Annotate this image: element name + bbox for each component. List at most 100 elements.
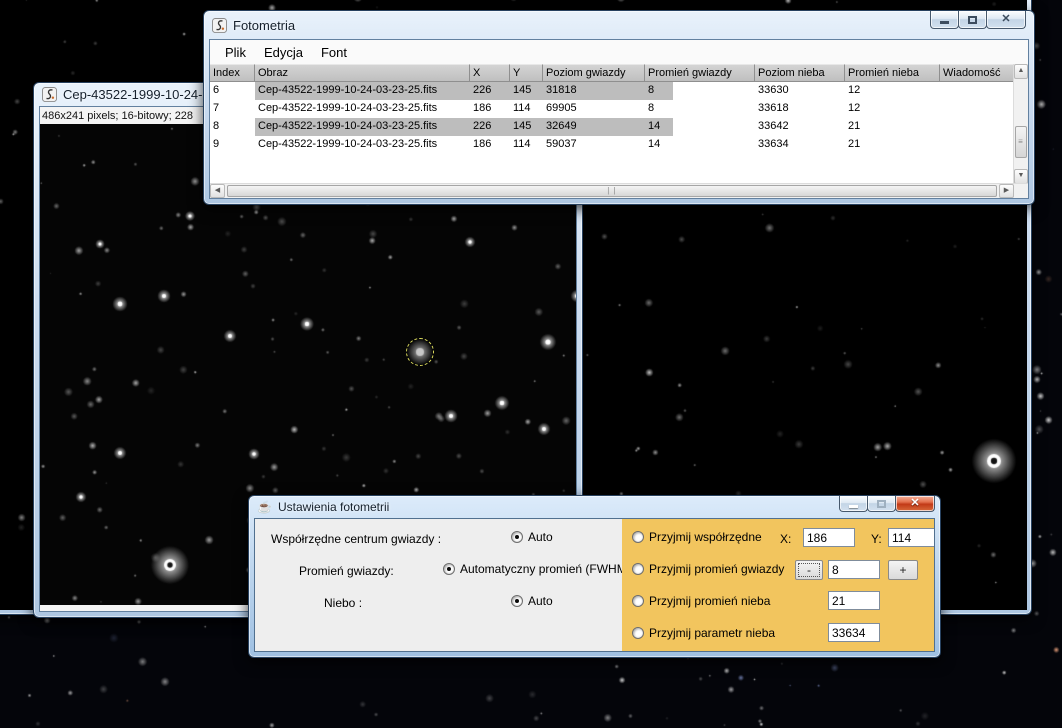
cell-index[interactable]: 6 bbox=[210, 82, 255, 100]
cell-obraz[interactable]: Cep-43522-1999-10-24-03-23-25.fits bbox=[255, 82, 470, 100]
decrement-radius-button[interactable]: - bbox=[795, 560, 823, 580]
dialog-maximize-button[interactable] bbox=[867, 496, 896, 512]
vertical-scroll-thumb[interactable]: ≡ bbox=[1015, 126, 1027, 158]
cell-x[interactable]: 186 bbox=[470, 100, 510, 118]
image-window-title: Cep-43522-1999-10-24-03 bbox=[63, 87, 217, 102]
x-input[interactable] bbox=[803, 528, 855, 547]
photometry-marker-circle[interactable] bbox=[406, 338, 434, 366]
cell-y[interactable]: 114 bbox=[510, 100, 543, 118]
radio-icon[interactable] bbox=[511, 595, 523, 607]
coords-label: Współrzędne centrum gwiazdy : bbox=[271, 532, 441, 546]
cell-index[interactable]: 8 bbox=[210, 118, 255, 136]
column-header-promien-gwiazdy[interactable]: Promień gwiazdy bbox=[645, 64, 755, 82]
cell-promien-gwiazdy[interactable]: 8 bbox=[645, 100, 755, 118]
sky-param-input[interactable] bbox=[828, 623, 880, 642]
accept-sky-param-radio[interactable]: Przyjmij parametr nieba bbox=[632, 626, 775, 640]
cell-promien-nieba[interactable]: 12 bbox=[845, 82, 940, 100]
fotometria-titlebar[interactable]: Fotometria bbox=[204, 11, 1034, 39]
cell-x[interactable]: 226 bbox=[470, 82, 510, 100]
horizontal-scrollbar[interactable]: ◀ | | ▶ bbox=[210, 183, 1028, 198]
horizontal-scroll-thumb[interactable]: | | bbox=[227, 185, 997, 197]
table-row[interactable]: 7 Cep-43522-1999-10-24-03-23-25.fits 186… bbox=[210, 100, 1014, 118]
star-radius-input[interactable] bbox=[828, 560, 880, 579]
cell-y[interactable]: 145 bbox=[510, 82, 543, 100]
cell-poziom-nieba[interactable]: 33634 bbox=[755, 136, 845, 154]
photometry-table: Index Obraz X Y Poziom gwiazdy Promień g… bbox=[210, 64, 1014, 184]
cell-x[interactable]: 226 bbox=[470, 118, 510, 136]
cell-x[interactable]: 186 bbox=[470, 136, 510, 154]
cell-poziom-gwiazdy[interactable]: 59037 bbox=[543, 136, 645, 154]
column-header-y[interactable]: Y bbox=[510, 64, 543, 82]
column-header-x[interactable]: X bbox=[470, 64, 510, 82]
cell-poziom-nieba[interactable]: 33630 bbox=[755, 82, 845, 100]
cell-promien-gwiazdy[interactable]: 14 bbox=[645, 136, 755, 154]
cell-poziom-gwiazdy[interactable]: 31818 bbox=[543, 82, 645, 100]
vertical-scrollbar[interactable]: ▲ ≡ ▼ bbox=[1013, 64, 1028, 184]
column-header-index[interactable]: Index bbox=[210, 64, 255, 82]
close-icon: ✕ bbox=[910, 498, 919, 509]
radio-icon[interactable] bbox=[632, 563, 644, 575]
cell-promien-nieba[interactable]: 12 bbox=[845, 100, 940, 118]
star-radius-auto-radio[interactable]: Automatyczny promień (FWHM) bbox=[443, 562, 631, 576]
cell-obraz[interactable]: Cep-43522-1999-10-24-03-23-25.fits bbox=[255, 118, 470, 136]
column-header-promien-nieba[interactable]: Promień nieba bbox=[845, 64, 940, 82]
sky-auto-radio[interactable]: Auto bbox=[511, 594, 553, 608]
menubar: Plik Edycja Font bbox=[210, 40, 1028, 65]
table-header: Index Obraz X Y Poziom gwiazdy Promień g… bbox=[210, 64, 1014, 82]
cell-wiadomosc[interactable] bbox=[940, 118, 1014, 136]
close-button[interactable]: ✕ bbox=[986, 11, 1026, 29]
cell-promien-nieba[interactable]: 21 bbox=[845, 136, 940, 154]
column-header-obraz[interactable]: Obraz bbox=[255, 64, 470, 82]
cell-index[interactable]: 7 bbox=[210, 100, 255, 118]
cell-poziom-gwiazdy[interactable]: 69905 bbox=[543, 100, 645, 118]
accept-star-radius-radio[interactable]: Przyjmij promień gwiazdy bbox=[632, 562, 784, 576]
accept-sky-radius-radio[interactable]: Przyjmij promień nieba bbox=[632, 594, 770, 608]
menu-font[interactable]: Font bbox=[312, 43, 356, 62]
scroll-down-button[interactable]: ▼ bbox=[1014, 169, 1028, 184]
increment-radius-button[interactable]: + bbox=[888, 560, 918, 580]
cell-y[interactable]: 145 bbox=[510, 118, 543, 136]
cell-y[interactable]: 114 bbox=[510, 136, 543, 154]
column-header-poziom-gwiazdy[interactable]: Poziom gwiazdy bbox=[543, 64, 645, 82]
table-row[interactable]: 6 Cep-43522-1999-10-24-03-23-25.fits 226… bbox=[210, 82, 1014, 100]
cell-poziom-gwiazdy[interactable]: 32649 bbox=[543, 118, 645, 136]
accept-coords-radio[interactable]: Przyjmij współrzędne bbox=[632, 530, 762, 544]
radio-icon[interactable] bbox=[511, 531, 523, 543]
table-row[interactable]: 8 Cep-43522-1999-10-24-03-23-25.fits 226… bbox=[210, 118, 1014, 136]
close-icon: ✕ bbox=[1001, 14, 1010, 25]
sky-radius-input[interactable] bbox=[828, 591, 880, 610]
cell-promien-nieba[interactable]: 21 bbox=[845, 118, 940, 136]
cell-wiadomosc[interactable] bbox=[940, 136, 1014, 154]
dialog-minimize-button[interactable] bbox=[839, 496, 868, 512]
cell-promien-gwiazdy[interactable]: 8 bbox=[645, 82, 755, 100]
radio-icon[interactable] bbox=[632, 531, 644, 543]
cell-poziom-nieba[interactable]: 33642 bbox=[755, 118, 845, 136]
cell-wiadomosc[interactable] bbox=[940, 100, 1014, 118]
y-input[interactable] bbox=[888, 528, 935, 547]
cell-promien-gwiazdy[interactable]: 14 bbox=[645, 118, 755, 136]
scroll-up-button[interactable]: ▲ bbox=[1014, 64, 1028, 79]
dialog-close-button[interactable]: ✕ bbox=[895, 496, 935, 512]
cell-wiadomosc[interactable] bbox=[940, 82, 1014, 100]
menu-plik[interactable]: Plik bbox=[216, 43, 255, 62]
table-row[interactable]: 9 Cep-43522-1999-10-24-03-23-25.fits 186… bbox=[210, 136, 1014, 154]
manual-settings-panel: Przyjmij współrzędne X: Y: Przyjmij prom… bbox=[622, 519, 934, 651]
java-icon: ☕ bbox=[257, 500, 272, 514]
column-header-poziom-nieba[interactable]: Poziom nieba bbox=[755, 64, 845, 82]
cell-index[interactable]: 9 bbox=[210, 136, 255, 154]
coords-auto-radio[interactable]: Auto bbox=[511, 530, 553, 544]
scroll-right-button[interactable]: ▶ bbox=[999, 184, 1014, 198]
column-header-wiadomosc[interactable]: Wiadomość bbox=[940, 64, 1014, 82]
cell-poziom-nieba[interactable]: 33618 bbox=[755, 100, 845, 118]
radio-icon[interactable] bbox=[443, 563, 455, 575]
scroll-left-button[interactable]: ◀ bbox=[210, 184, 225, 198]
radio-icon[interactable] bbox=[632, 595, 644, 607]
radio-icon[interactable] bbox=[632, 627, 644, 639]
y-label: Y: bbox=[871, 532, 882, 546]
dialog-titlebar[interactable]: ☕ Ustawienia fotometrii bbox=[249, 496, 940, 518]
menu-edycja[interactable]: Edycja bbox=[255, 43, 312, 62]
maximize-button[interactable] bbox=[958, 11, 987, 29]
cell-obraz[interactable]: Cep-43522-1999-10-24-03-23-25.fits bbox=[255, 100, 470, 118]
cell-obraz[interactable]: Cep-43522-1999-10-24-03-23-25.fits bbox=[255, 136, 470, 154]
minimize-button[interactable] bbox=[930, 11, 959, 29]
